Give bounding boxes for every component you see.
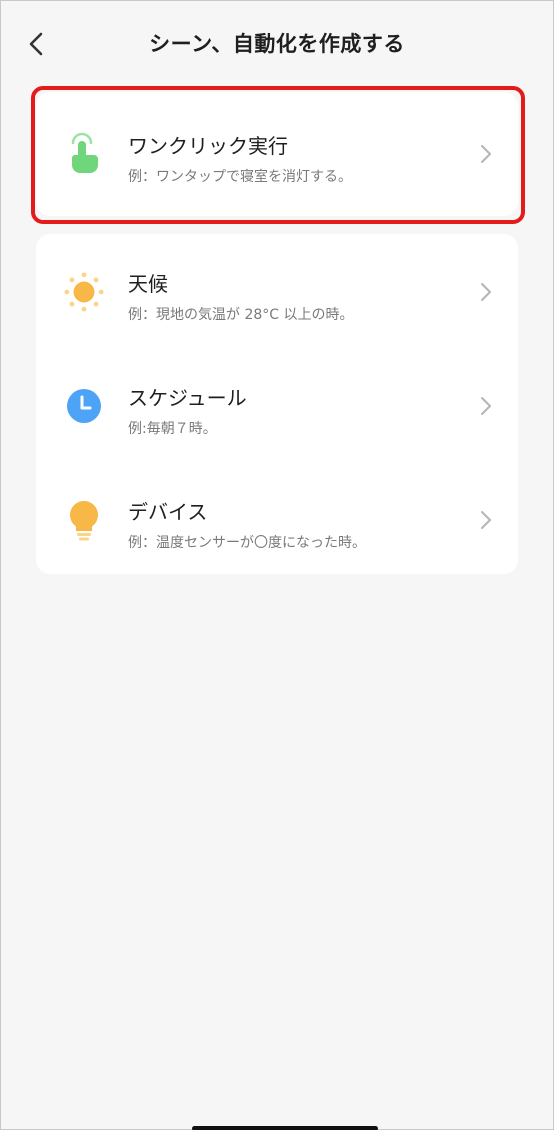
conditions-card: 天候 例：現地の気温が 28°C 以上の時。 スケジュール 例:毎朝７時。 デバ…	[36, 234, 518, 574]
condition-description: 例:毎朝７時。	[128, 421, 217, 437]
condition-item-schedule[interactable]: スケジュール 例:毎朝７時。	[36, 348, 518, 462]
highlight-box	[31, 86, 525, 224]
chevron-right-icon	[476, 280, 496, 304]
chevron-right-icon	[476, 508, 496, 532]
sun-icon	[64, 272, 104, 312]
chevron-right-icon	[476, 394, 496, 418]
condition-description: 例：現地の気温が 28°C 以上の時。	[128, 307, 354, 323]
page-title: シーン、自動化を作成する	[149, 32, 405, 56]
condition-item-device[interactable]: デバイス 例：温度センサーが〇度になった時。	[36, 462, 518, 576]
home-indicator	[192, 1126, 378, 1130]
condition-description: 例：温度センサーが〇度になった時。	[128, 535, 366, 551]
condition-item-weather[interactable]: 天候 例：現地の気温が 28°C 以上の時。	[36, 234, 518, 348]
clock-icon	[64, 386, 104, 426]
condition-label: 天候	[128, 272, 168, 296]
lightbulb-icon	[64, 500, 104, 541]
condition-label: スケジュール	[128, 386, 247, 410]
header: シーン、自動化を作成する	[0, 0, 554, 88]
condition-label: デバイス	[128, 500, 208, 524]
